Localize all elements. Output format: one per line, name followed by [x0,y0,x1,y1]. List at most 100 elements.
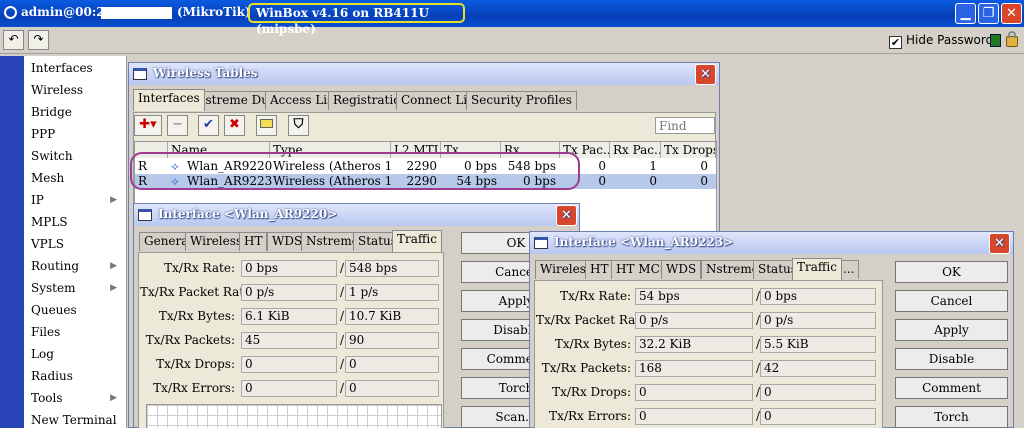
status-square-icon [990,34,1001,47]
traffic-tx-value-tx-rx-packets: 45 [241,332,337,349]
comment-button[interactable] [256,115,277,136]
value-separator: / [340,333,345,347]
torch-button[interactable]: Torch [895,406,1008,428]
traffic-label-tx-rx-packet-rate: Tx/Rx Packet Rate: [536,313,652,327]
menu-item-mesh[interactable]: Mesh [31,167,123,189]
undo-button[interactable]: ↶ [3,30,24,50]
menu-item-label: Wireless [31,83,84,97]
menu-item-queues[interactable]: Queues [31,299,123,321]
menu-item-label: Log [31,347,54,361]
menu-item-switch[interactable]: Switch [31,145,123,167]
traffic-tx-value-tx-rx-bytes: 6.1 KiB [241,308,337,325]
menu-item-label: Routing [31,259,80,273]
column-tx-drops[interactable]: Tx Drops [661,142,716,158]
traffic-tx-value-tx-rx-packets: 168 [635,360,753,377]
iface1-tab-ht[interactable]: HT [239,232,268,251]
traffic-rx-value-tx-rx-packet-rate: 0 p/s [760,312,876,329]
check-icon: ✔ [203,117,214,132]
menu-item-log[interactable]: Log [31,343,123,365]
lock-shackle-icon [1008,31,1016,38]
value-separator: / [340,285,345,299]
menu-item-tools[interactable]: Tools ▶ [31,387,123,409]
menu-item-interfaces[interactable]: Interfaces [31,57,123,79]
value-separator: / [340,357,345,371]
interface-1-close-button[interactable]: ✕ [556,205,577,226]
rows-highlight [130,152,580,190]
menu-item-ppp[interactable]: PPP [31,123,123,145]
main-menu: Interfaces Wireless Bridge PPP Switch Mesh IP ▶… [24,56,127,428]
interface-1-titlebar[interactable]: Interface <Wlan_AR9220> ✕ [134,204,579,226]
menu-item-new-terminal[interactable]: New Terminal [31,409,123,428]
title-app-version: WinBox v4.16 on RB411U (mipsbe) [248,3,465,36]
enable-button[interactable]: ✔ [198,115,219,136]
wireless-tables-title: Wireless Tables [153,66,258,80]
cancel-button[interactable]: Cancel [895,290,1008,312]
cross-icon: ✖ [229,117,240,132]
apply-button[interactable]: Apply [895,319,1008,341]
menu-item-routing[interactable]: Routing ▶ [31,255,123,277]
menu-item-system[interactable]: System ▶ [31,277,123,299]
wireless-tables-close-button[interactable]: ✕ [695,64,716,85]
submenu-arrow-icon: ▶ [110,283,117,293]
filter-button[interactable]: ⛉ [288,115,309,136]
iface1-tab-wireless[interactable]: Wireless [185,232,248,251]
hide-passwords-label: Hide Passwords [906,33,1000,47]
wireless_tables-tab-interfaces[interactable]: Interfaces [133,89,205,111]
interface-2-titlebar[interactable]: Interface <Wlan_AR9223> ✕ [530,232,1013,254]
wireless_tables-tab-security-profiles[interactable]: Security Profiles [466,91,577,110]
restore-button[interactable]: ❐ [978,3,999,24]
wireless-tables-titlebar[interactable]: Wireless Tables ✕ [129,63,719,85]
traffic-tx-value-tx-rx-drops: 0 [635,384,753,401]
disable-button[interactable]: Disable [895,348,1008,370]
menu-item-label: Tools [31,391,63,405]
interface-wlan-ar9223-window: Interface <Wlan_AR9223> ✕ Wireless HT HT M… [529,231,1014,428]
iface2-tab-ht[interactable]: HT [585,260,614,279]
column-rx-pac[interactable]: Rx Pac... [610,142,661,158]
traffic-label-tx-rx-drops: Tx/Rx Drops: [156,357,235,371]
disable-button[interactable]: ✖ [224,115,245,136]
menu-item-label: Files [31,325,61,339]
menu-item-wireless[interactable]: Wireless [31,79,123,101]
menu-item-label: PPP [31,127,56,141]
traffic-label-tx-rx-errors: Tx/Rx Errors: [153,381,235,395]
comment-button[interactable]: Comment [895,377,1008,399]
hide-passwords-checkbox[interactable]: ✔ [889,36,902,49]
iface2-tab-traffic[interactable]: Traffic [792,258,842,280]
redacted-mac [101,7,172,19]
winbox-logo-icon [4,6,17,19]
traffic-label-tx-rx-rate: Tx/Rx Rate: [164,261,235,275]
ok-button[interactable]: OK [895,261,1008,283]
menu-item-vpls[interactable]: VPLS [31,233,123,255]
add-button[interactable]: ✚▾ [134,115,162,136]
traffic-rx-value-tx-rx-rate: 548 bps [345,260,439,277]
menu-item-label: Bridge [31,105,72,119]
menu-item-bridge[interactable]: Bridge [31,101,123,123]
row-rx-packets: 1 [649,159,657,173]
undo-icon: ↶ [8,32,19,46]
traffic-label-tx-rx-packet-rate: Tx/Rx Packet Rate: [140,285,256,299]
menu-item-files[interactable]: Files [31,321,123,343]
iface1-tab-traffic[interactable]: Traffic [392,230,442,252]
menu-item-label: IP [31,193,44,207]
menu-item-label: Queues [31,303,77,317]
traffic-label-tx-rx-bytes: Tx/Rx Bytes: [158,309,235,323]
close-app-button[interactable]: ✕ [1001,3,1022,24]
iface2-tab-wds[interactable]: WDS [661,260,702,279]
title-vendor: (MikroTik) [177,5,251,19]
redo-button[interactable]: ↷ [28,30,49,50]
minus-icon: − [172,117,183,132]
menu-item-mpls[interactable]: MPLS [31,211,123,233]
plus-icon: ✚▾ [139,117,157,132]
hide-passwords-toggle[interactable]: ✔ Hide Passwords [889,33,999,49]
menu-item-radius[interactable]: Radius [31,365,123,387]
app-title-bar: admin@00:24: (MikroTik) WinBox v4.16 on … [0,0,1024,36]
find-input[interactable] [655,117,715,134]
remove-button[interactable]: − [167,115,188,136]
traffic-tx-value-tx-rx-errors: 0 [635,408,753,425]
menu-item-ip[interactable]: IP ▶ [31,189,123,211]
menu-item-label: New Terminal [31,413,117,427]
interface-2-close-button[interactable]: ✕ [989,233,1010,254]
minimize-button[interactable]: ▁ [955,3,976,24]
row-tx-drops: 0 [700,159,708,173]
interface-wlan-ar9220-window: Interface <Wlan_AR9220> ✕ General Wireles… [133,203,580,428]
